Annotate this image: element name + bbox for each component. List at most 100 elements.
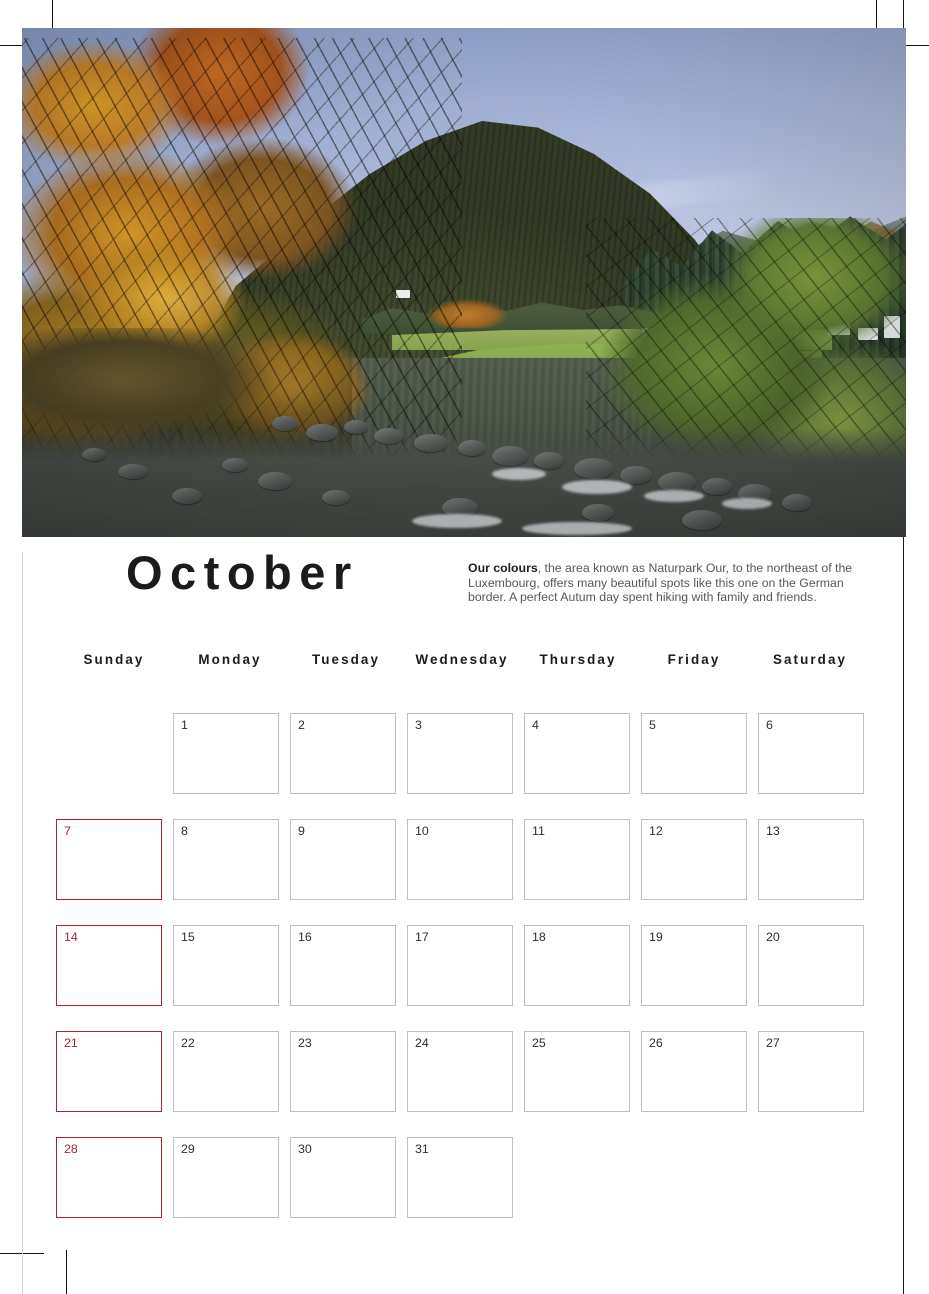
calendar-day-cell[interactable]: 16 [290, 925, 396, 1006]
day-number: 16 [298, 930, 312, 944]
calendar-day-cell[interactable]: 5 [641, 713, 747, 794]
calendar-day-cell[interactable]: 14 [56, 925, 162, 1006]
calendar-cell-slot [758, 1137, 875, 1220]
calendar-cell-slot: 5 [641, 713, 758, 796]
day-number: 10 [415, 824, 429, 838]
calendar-cell-slot: 1 [173, 713, 290, 796]
calendar-day-cell[interactable]: 19 [641, 925, 747, 1006]
calendar-day-cell[interactable]: 13 [758, 819, 864, 900]
calendar-cell-slot: 25 [524, 1031, 641, 1114]
calendar-day-cell[interactable]: 4 [524, 713, 630, 794]
calendar-day-cell[interactable]: 26 [641, 1031, 747, 1112]
calendar-day-cell[interactable]: 27 [758, 1031, 864, 1112]
day-number: 6 [766, 718, 773, 732]
calendar-day-cell[interactable]: 7 [56, 819, 162, 900]
photo-rock [414, 434, 448, 452]
day-number: 2 [298, 718, 305, 732]
photo-rock [682, 510, 722, 530]
calendar-cell-slot: 16 [290, 925, 407, 1008]
calendar-cell-slot: 28 [56, 1137, 173, 1220]
photo-rock [374, 428, 404, 444]
calendar-day-cell[interactable]: 24 [407, 1031, 513, 1112]
calendar-day-cell[interactable]: 15 [173, 925, 279, 1006]
calendar-cell-slot: 6 [758, 713, 875, 796]
calendar-day-cell[interactable]: 20 [758, 925, 864, 1006]
calendar-day-cell[interactable]: 12 [641, 819, 747, 900]
day-number: 14 [64, 930, 78, 944]
photo-caption-lead: Our colours [468, 561, 538, 575]
day-number: 5 [649, 718, 656, 732]
photo-rock [782, 494, 812, 511]
day-number: 22 [181, 1036, 195, 1050]
calendar-day-cell[interactable]: 1 [173, 713, 279, 794]
photo-rock [492, 446, 528, 466]
calendar-cell-slot [524, 1137, 641, 1220]
weekday-header-sunday: Sunday [83, 652, 145, 667]
day-number: 21 [64, 1036, 78, 1050]
photo-rock [272, 416, 298, 431]
day-number: 15 [181, 930, 195, 944]
page-trim-left [22, 552, 23, 1294]
calendar-cell-slot: 3 [407, 713, 524, 796]
photo-rock [458, 440, 486, 456]
calendar-cell-slot: 22 [173, 1031, 290, 1114]
calendar-cell-slot: 26 [641, 1031, 758, 1114]
day-number: 4 [532, 718, 539, 732]
day-number: 9 [298, 824, 305, 838]
calendar-cell-slot: 20 [758, 925, 875, 1008]
photo-rock [118, 464, 148, 479]
calendar-page: October Our colours, the area known as N… [0, 0, 929, 1294]
calendar-day-cell[interactable]: 8 [173, 819, 279, 900]
calendar-day-cell[interactable]: 30 [290, 1137, 396, 1218]
calendar-cell-slot: 21 [56, 1031, 173, 1114]
calendar-day-cell-empty [758, 1137, 864, 1218]
calendar-cell-slot: 24 [407, 1031, 524, 1114]
calendar-day-cell[interactable]: 10 [407, 819, 513, 900]
photo-foam [412, 514, 502, 528]
calendar-cell-slot: 8 [173, 819, 290, 902]
weekday-header-thursday: Thursday [539, 652, 617, 667]
calendar-day-cell[interactable]: 28 [56, 1137, 162, 1218]
weekday-header-row: Sunday Monday Tuesday Wednesday Thursday Frid… [56, 652, 868, 667]
photo-foam [644, 490, 704, 502]
photo-rock [172, 488, 202, 504]
calendar-cell-slot: 27 [758, 1031, 875, 1114]
calendar-day-cell-empty [524, 1137, 630, 1218]
calendar-day-cell[interactable]: 11 [524, 819, 630, 900]
day-number: 29 [181, 1142, 195, 1156]
day-number: 1 [181, 718, 188, 732]
photo-rock [322, 490, 350, 505]
day-number: 20 [766, 930, 780, 944]
calendar-day-cell[interactable]: 23 [290, 1031, 396, 1112]
calendar-cell-slot [641, 1137, 758, 1220]
calendar-cell-slot: 13 [758, 819, 875, 902]
calendar-cell-slot: 15 [173, 925, 290, 1008]
day-number: 7 [64, 824, 71, 838]
calendar-day-cell[interactable]: 17 [407, 925, 513, 1006]
calendar-day-cell[interactable]: 31 [407, 1137, 513, 1218]
photo-rock [258, 472, 292, 490]
calendar-cell-slot: 30 [290, 1137, 407, 1220]
calendar-day-cell[interactable]: 25 [524, 1031, 630, 1112]
calendar-day-cell[interactable]: 3 [407, 713, 513, 794]
calendar-day-cell[interactable]: 6 [758, 713, 864, 794]
day-number: 24 [415, 1036, 429, 1050]
calendar-cell-slot: 7 [56, 819, 173, 902]
calendar-day-cell[interactable]: 29 [173, 1137, 279, 1218]
calendar-day-cell[interactable]: 2 [290, 713, 396, 794]
photo-rock [82, 448, 106, 461]
day-number: 23 [298, 1036, 312, 1050]
photo-foam [562, 480, 632, 494]
day-number: 25 [532, 1036, 546, 1050]
calendar-day-cell[interactable]: 22 [173, 1031, 279, 1112]
month-photo [22, 28, 906, 537]
day-number: 31 [415, 1142, 429, 1156]
calendar-day-cell[interactable]: 21 [56, 1031, 162, 1112]
calendar-cell-slot [56, 713, 173, 796]
photo-foam [522, 522, 632, 535]
day-number: 12 [649, 824, 663, 838]
calendar-day-cell[interactable]: 9 [290, 819, 396, 900]
day-number: 30 [298, 1142, 312, 1156]
calendar-day-cell[interactable]: 18 [524, 925, 630, 1006]
day-number: 18 [532, 930, 546, 944]
